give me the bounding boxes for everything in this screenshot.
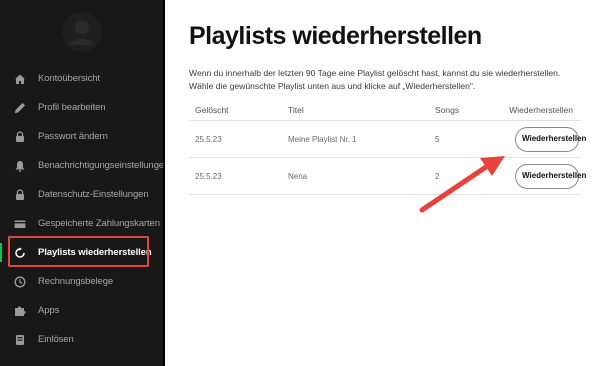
lock-icon (14, 188, 26, 201)
sidebar-item-label: Gespeicherte Zahlungskarten (38, 218, 160, 229)
avatar[interactable] (62, 12, 102, 52)
row-song-count: 5 (435, 134, 440, 144)
restore-icon (14, 247, 26, 259)
home-icon (14, 73, 26, 85)
sidebar-item-apps[interactable]: Apps (0, 296, 163, 325)
sidebar-item-label: Kontoübersicht (38, 73, 100, 84)
sidebar-item-profil-bearbeiten[interactable]: Profil bearbeiten (0, 93, 163, 122)
sidebar-item-label: Benachrichtigungseinstellungen (38, 160, 165, 171)
active-indicator (0, 243, 2, 262)
column-header-songs: Songs (435, 104, 460, 115)
page-title: Playlists wiederherstellen (189, 22, 482, 50)
main-content: Playlists wiederherstellen Wenn du inner… (165, 0, 600, 366)
table-row: 25.5.23 Nena 2 Wiederherstellen (189, 158, 586, 195)
restore-button[interactable]: Wiederherstellen (515, 163, 586, 189)
puzzle-icon (14, 305, 26, 317)
sidebar-item-passwort-aendern[interactable]: Passwort ändern (0, 122, 163, 151)
sidebar-item-label: Einlösen (38, 334, 74, 345)
clock-icon (14, 276, 26, 288)
sidebar-item-kontouebersicht[interactable]: Kontoübersicht (0, 64, 163, 93)
row-restore-cell: Wiederherstellen (515, 121, 586, 157)
sidebar-item-einloesen[interactable]: Einlösen (0, 325, 163, 354)
sidebar-item-rechnungsbelege[interactable]: Rechnungsbelege (0, 267, 163, 296)
table-row: 25.5.23 Meine Playlist Nr. 1 5 Wiederher… (189, 121, 586, 158)
pencil-icon (14, 102, 26, 114)
column-header-deleted: Gelöscht (195, 104, 229, 115)
column-header-restore: Wiederherstellen (509, 104, 573, 115)
table-header: Gelöscht Titel Songs Wiederherstellen (189, 99, 581, 121)
sidebar: Kontoübersicht Profil bearbeiten Passwor… (0, 0, 165, 366)
bell-icon (14, 160, 26, 172)
lock-icon (14, 130, 26, 143)
row-playlist-title: Meine Playlist Nr. 1 (288, 134, 357, 144)
sidebar-item-benachrichtigungen[interactable]: Benachrichtigungseinstellungen (0, 151, 165, 180)
restore-button[interactable]: Wiederherstellen (515, 126, 586, 152)
sidebar-item-label: Apps (38, 305, 60, 316)
sidebar-item-label: Datenschutz-Einstellungen (38, 189, 149, 200)
sidebar-item-label: Rechnungsbelege (38, 276, 114, 287)
sidebar-item-playlists-wiederherstellen[interactable]: Playlists wiederherstellen (0, 238, 163, 267)
sidebar-item-datenschutz[interactable]: Datenschutz-Einstellungen (0, 180, 163, 209)
sidebar-item-label: Playlists wiederherstellen (38, 247, 152, 258)
page-description: Wenn du innerhalb der letzten 90 Tage ei… (189, 68, 561, 91)
column-header-title: Titel (288, 104, 304, 115)
sidebar-item-label: Profil bearbeiten (38, 102, 106, 113)
redeem-icon (14, 334, 26, 346)
row-deleted-date: 25.5.23 (195, 134, 222, 144)
row-deleted-date: 25.5.23 (195, 171, 222, 181)
sidebar-item-label: Passwort ändern (38, 131, 108, 142)
playlist-table: Gelöscht Titel Songs Wiederherstellen 25… (189, 99, 586, 195)
sidebar-item-zahlungskarten[interactable]: Gespeicherte Zahlungskarten (0, 209, 163, 238)
credit-card-icon (14, 218, 26, 230)
sidebar-panel: Kontoübersicht Profil bearbeiten Passwor… (0, 0, 165, 366)
row-restore-cell: Wiederherstellen (515, 158, 586, 194)
user-icon (70, 20, 94, 45)
row-song-count: 2 (435, 171, 440, 181)
row-playlist-title: Nena (288, 171, 308, 181)
sidebar-nav: Kontoübersicht Profil bearbeiten Passwor… (0, 64, 165, 354)
